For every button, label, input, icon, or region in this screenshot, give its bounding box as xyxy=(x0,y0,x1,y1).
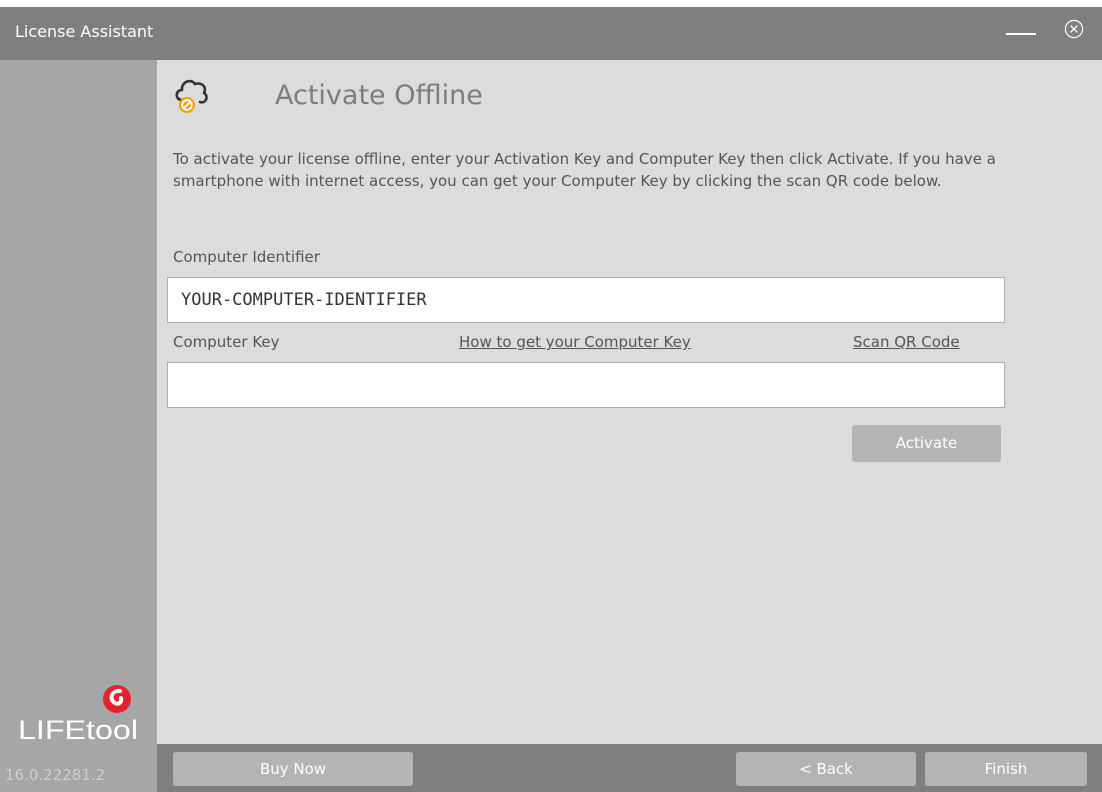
main-content: Activate Offline To activate your licens… xyxy=(157,60,1102,740)
buy-now-button[interactable]: Buy Now xyxy=(173,752,413,786)
title-bar: License Assistant xyxy=(0,7,1102,60)
license-assistant-window: License Assistant LIFEtool 16.0.22281.2 … xyxy=(0,7,1102,792)
how-to-get-computer-key-link[interactable]: How to get your Computer Key xyxy=(459,333,691,351)
computer-identifier-label: Computer Identifier xyxy=(173,248,320,266)
computer-identifier-value: YOUR-COMPUTER-IDENTIFIER xyxy=(181,290,427,310)
close-button[interactable] xyxy=(1064,19,1084,39)
footer-bar: Buy Now < Back Finish xyxy=(157,744,1102,792)
instructions-text: To activate your license offline, enter … xyxy=(173,150,996,190)
finish-button[interactable]: Finish xyxy=(925,752,1087,786)
svg-text:LIFEtool: LIFEtool xyxy=(18,715,138,743)
computer-key-input[interactable] xyxy=(168,363,1004,407)
page-title: Activate Offline xyxy=(275,80,483,111)
cloud-offline-icon xyxy=(175,79,208,113)
version-label: 16.0.22281.2 xyxy=(5,766,106,784)
window-title: License Assistant xyxy=(15,22,154,41)
back-button[interactable]: < Back xyxy=(736,752,916,786)
sidebar: LIFEtool 16.0.22281.2 xyxy=(0,60,157,792)
minimize-button[interactable] xyxy=(1006,33,1036,35)
computer-key-label: Computer Key xyxy=(173,333,280,351)
scan-qr-code-link[interactable]: Scan QR Code xyxy=(853,333,960,351)
lifetool-logo: LIFEtool xyxy=(18,685,138,743)
computer-identifier-field[interactable]: YOUR-COMPUTER-IDENTIFIER xyxy=(167,277,1005,323)
activate-button[interactable]: Activate xyxy=(852,425,1001,462)
computer-key-field[interactable] xyxy=(167,362,1005,408)
